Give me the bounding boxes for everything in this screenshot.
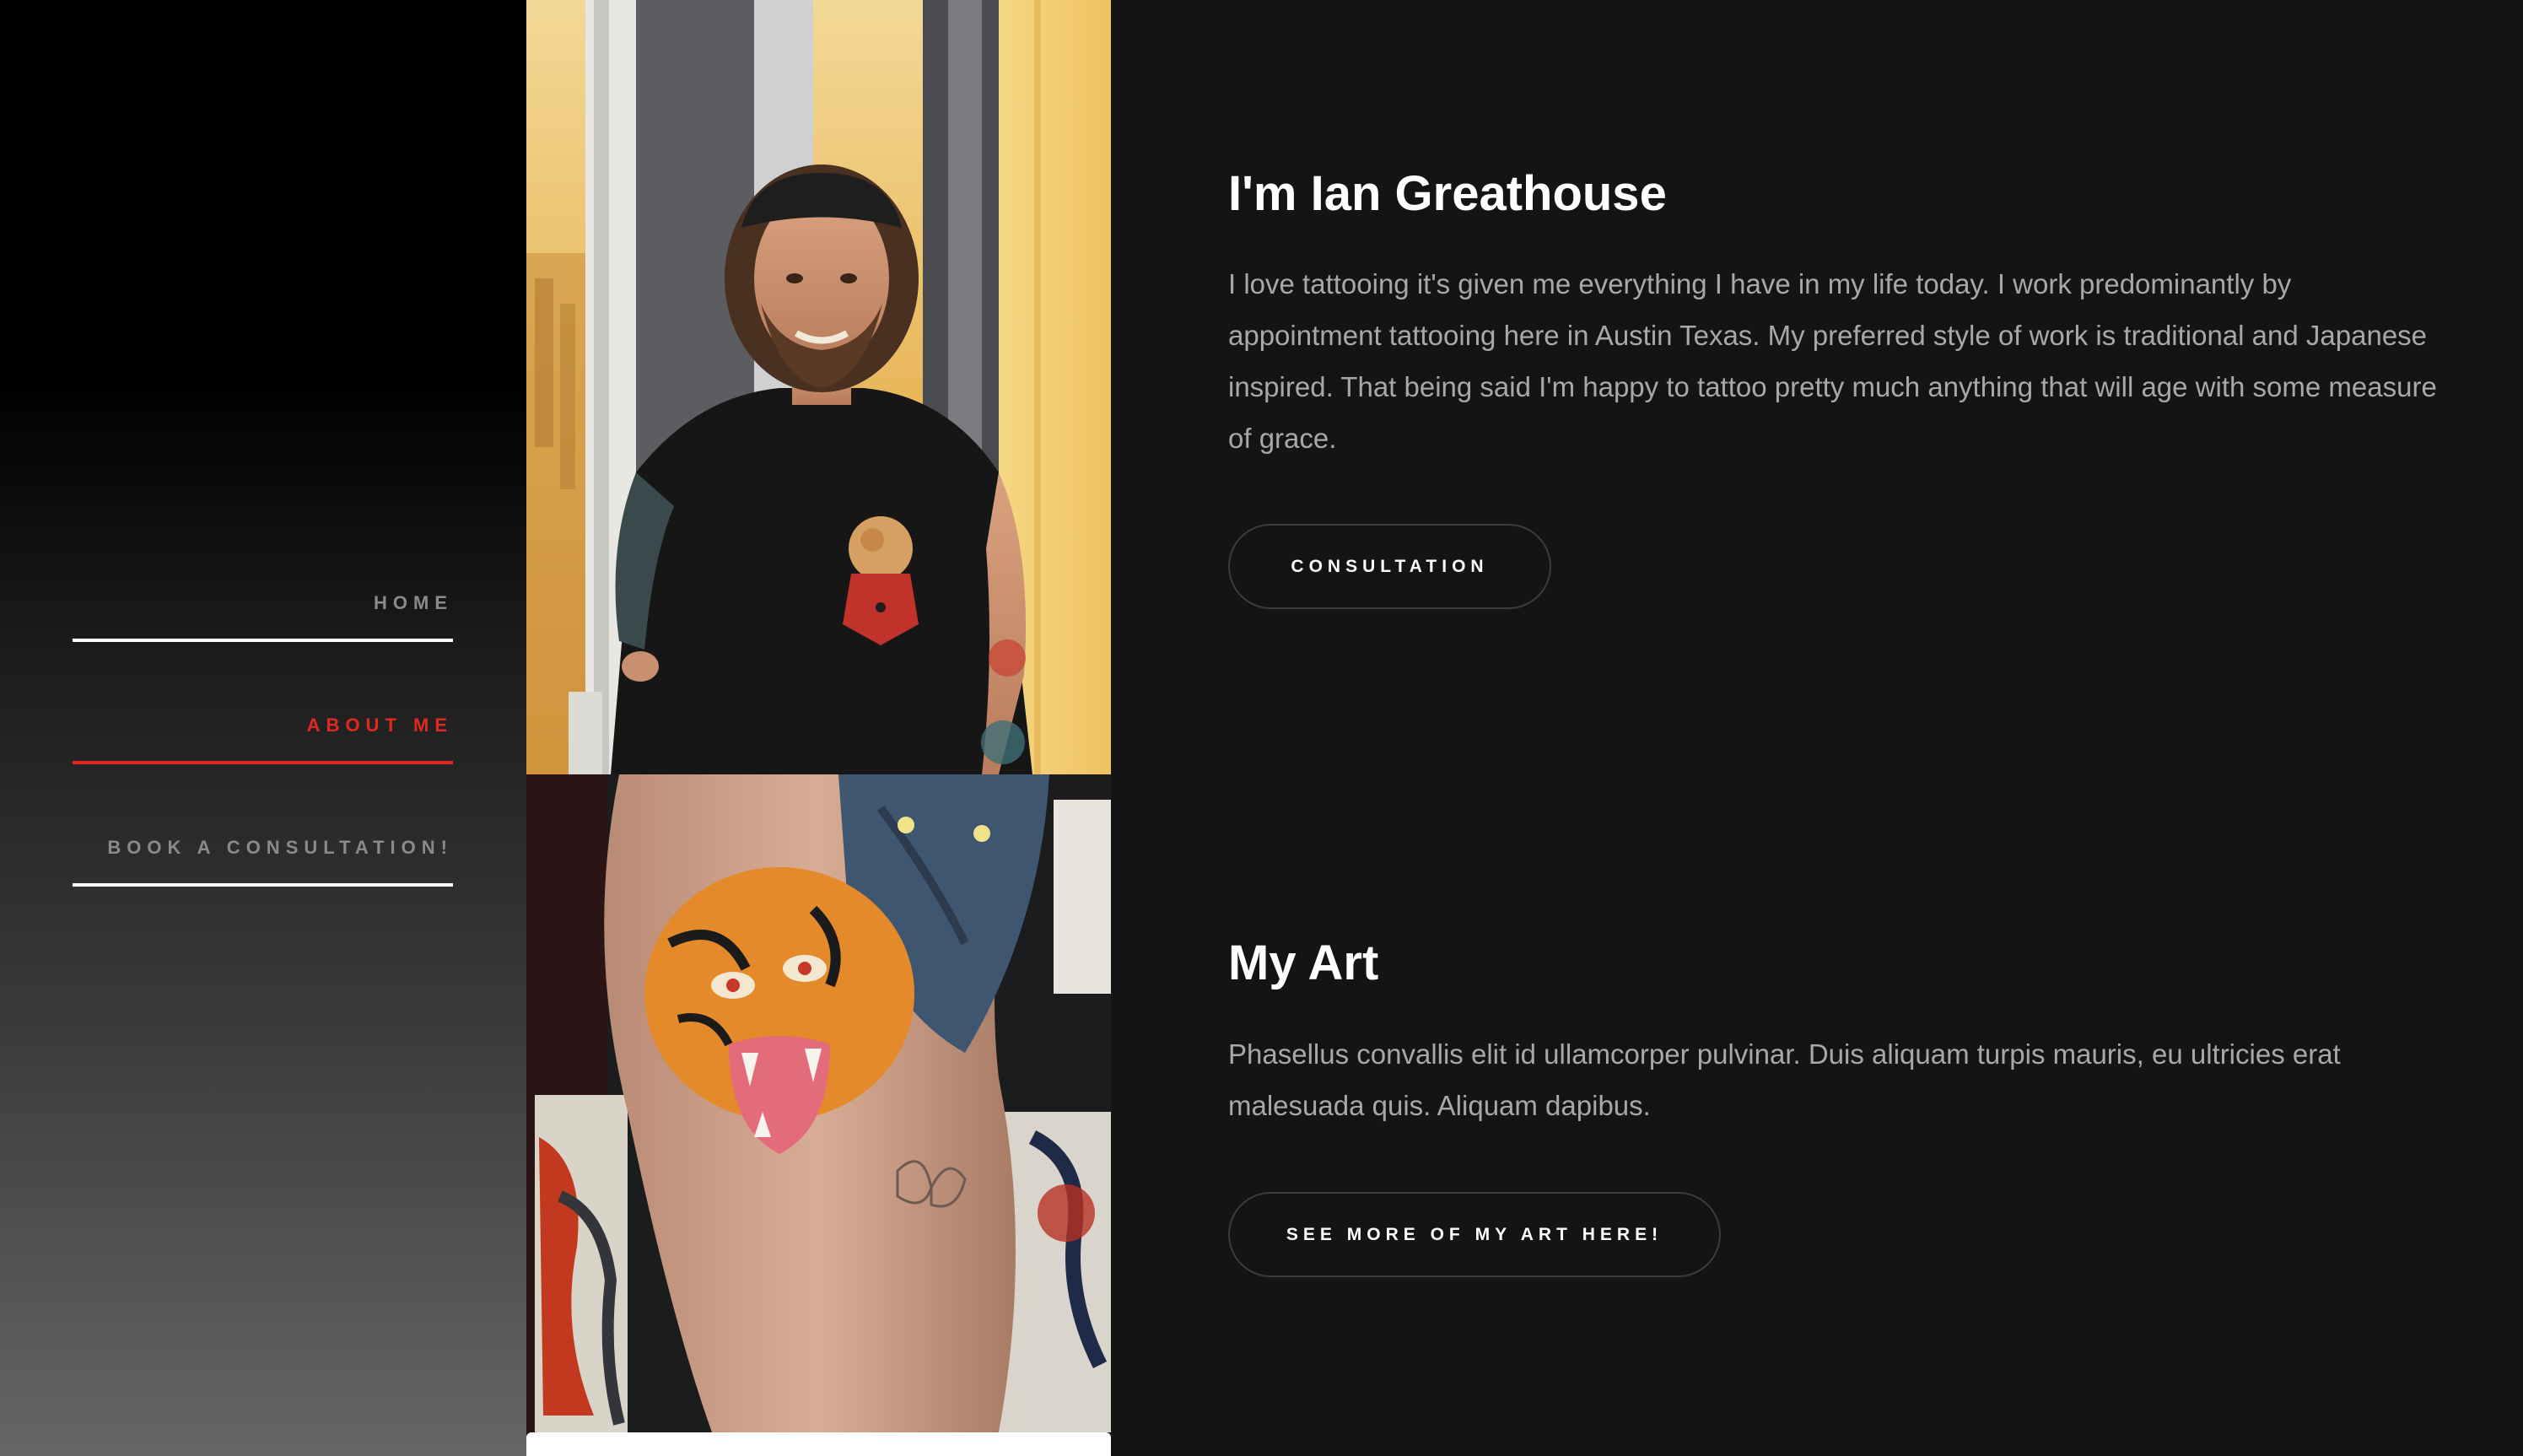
nav-underline (73, 639, 453, 642)
tiger-tattoo-photo (526, 774, 1111, 1432)
nav-item-label: BOOK A CONSULTATION! (107, 837, 453, 858)
nav-item-about-me[interactable]: ABOUT ME (73, 704, 453, 827)
nav-item-book-consultation[interactable]: BOOK A CONSULTATION! (73, 827, 453, 949)
consultation-button[interactable]: CONSULTATION (1228, 524, 1551, 609)
art-title: My Art (1228, 936, 1379, 990)
art-text: Phasellus convallis elit id ullamcorper … (1228, 1038, 2341, 1121)
photo-footer-strip (526, 1432, 1111, 1456)
nav-underline (73, 883, 453, 887)
about-title: I'm Ian Greathouse (1228, 166, 1667, 221)
nav-item-home[interactable]: HOME (73, 582, 453, 704)
see-more-art-button[interactable]: SEE MORE OF MY ART HERE! (1228, 1192, 1721, 1277)
nav-item-label: HOME (374, 592, 453, 613)
portrait-photo (526, 0, 1111, 774)
nav-underline (73, 761, 453, 764)
page: HOME ABOUT ME BOOK A CONSULTATION! I'm I… (0, 0, 2523, 1456)
photo-column (526, 0, 1111, 1456)
sidebar: HOME ABOUT ME BOOK A CONSULTATION! (0, 0, 526, 1456)
about-text: I love tattooing it's given me everythin… (1228, 268, 2437, 454)
main-nav: HOME ABOUT ME BOOK A CONSULTATION! (73, 582, 453, 949)
nav-item-label: ABOUT ME (306, 715, 453, 736)
